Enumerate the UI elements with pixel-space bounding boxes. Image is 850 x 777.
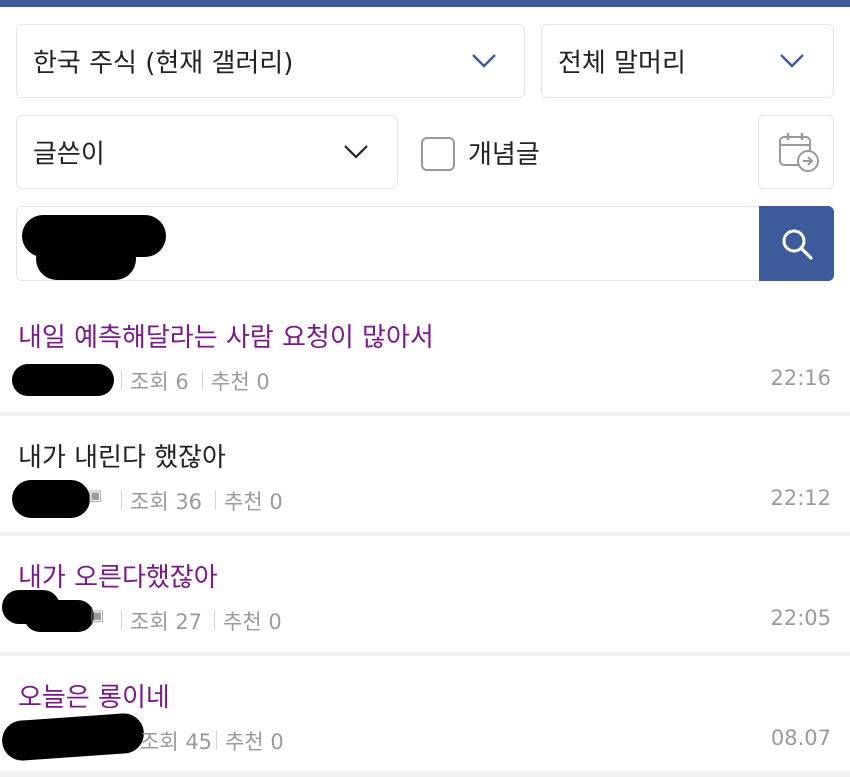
concept-checkbox[interactable] <box>421 137 455 171</box>
chevron-down-icon <box>344 145 368 159</box>
post-views: 조회 36 <box>130 490 203 514</box>
top-accent-bar <box>0 0 850 7</box>
concept-checkbox-label[interactable]: 개념글 <box>468 134 540 171</box>
post-views: 조회 27 <box>130 610 203 634</box>
post-item[interactable]: 내가 내린다 했잖아 ▣ 조회 36 추천 0 22:12 <box>0 416 850 532</box>
meta-separator <box>121 610 122 630</box>
search-type-select[interactable]: 글쓴이 <box>16 115 398 189</box>
post-views: 조회 6 <box>130 370 189 394</box>
redacted-mark <box>36 238 136 280</box>
post-time: 22:05 <box>770 606 831 630</box>
gallery-select-value: 한국 주식 (현재 갤러리) <box>33 48 294 79</box>
post-title[interactable]: 내가 내린다 했잖아 <box>18 437 226 474</box>
calendar-button[interactable] <box>758 115 834 189</box>
post-divider <box>0 771 850 777</box>
chevron-down-icon <box>780 54 804 68</box>
meta-separator <box>121 370 122 390</box>
meta-separator <box>215 490 216 510</box>
post-item[interactable]: 오늘은 롱이네 조회 45 추천 0 08.07 <box>0 656 850 771</box>
head-select-value: 전체 말머리 <box>558 48 686 79</box>
post-recommends: 추천 0 <box>224 490 283 514</box>
post-title[interactable]: 내일 예측해달라는 사람 요청이 많아서 <box>18 317 434 354</box>
redacted-author <box>12 480 90 518</box>
meta-separator <box>216 730 217 750</box>
meta-separator <box>202 370 203 390</box>
post-recommends: 추천 0 <box>225 730 284 754</box>
post-item[interactable]: 내일 예측해달라는 사람 요청이 많아서 조회 6 추천 0 22:16 <box>0 300 850 412</box>
meta-separator <box>214 610 215 630</box>
meta-separator <box>121 490 122 510</box>
post-time: 22:16 <box>770 366 831 390</box>
redacted-author <box>12 364 114 396</box>
chevron-down-icon <box>472 54 496 68</box>
post-title[interactable]: 오늘은 롱이네 <box>18 677 170 714</box>
image-attach-icon: ▣ <box>88 486 103 504</box>
redacted-author <box>0 712 146 762</box>
redacted-author <box>24 600 94 632</box>
post-item[interactable]: 내가 오른다했잖아 ▣ 조회 27 추천 0 22:05 <box>0 536 850 652</box>
image-attach-icon: ▣ <box>90 606 105 624</box>
post-views: 조회 45 <box>140 730 213 754</box>
search-icon <box>782 229 813 260</box>
post-time: 22:12 <box>770 486 831 510</box>
gallery-select[interactable]: 한국 주식 (현재 갤러리) <box>16 24 525 98</box>
post-title[interactable]: 내가 오른다했잖아 <box>18 557 218 594</box>
calendar-arrow-icon <box>779 133 819 172</box>
post-recommends: 추천 0 <box>211 370 270 394</box>
post-recommends: 추천 0 <box>223 610 282 634</box>
head-select[interactable]: 전체 말머리 <box>541 24 834 98</box>
post-time: 08.07 <box>770 726 831 750</box>
search-button[interactable] <box>759 206 834 281</box>
search-type-value: 글쓴이 <box>33 139 105 170</box>
